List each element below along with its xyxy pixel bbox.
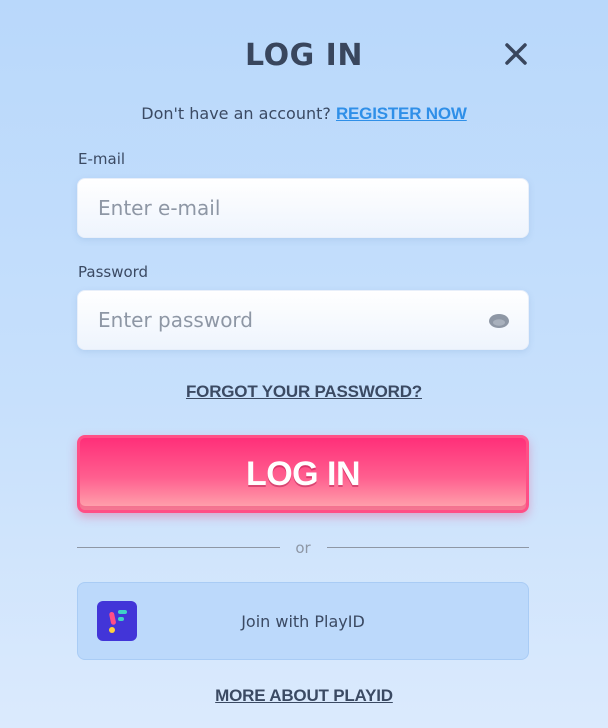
show-password-toggle[interactable] [488, 312, 510, 330]
password-field-container [77, 290, 529, 350]
more-about-playid-link[interactable]: MORE ABOUT PLAYID [215, 686, 393, 705]
forgot-password-row: FORGOT YOUR PASSWORD? [0, 382, 608, 402]
login-button-label: LOG IN [245, 454, 361, 493]
password-field[interactable] [78, 291, 528, 349]
register-prompt: Don't have an account? [141, 104, 331, 123]
register-row: Don't have an account? REGISTER NOW [0, 104, 608, 124]
forgot-password-link[interactable]: FORGOT YOUR PASSWORD? [186, 382, 422, 401]
eye-icon [489, 314, 509, 328]
close-button[interactable] [502, 40, 530, 68]
password-label: Password [78, 263, 149, 281]
login-button[interactable]: LOG IN [77, 435, 529, 513]
email-field-container [77, 178, 529, 238]
close-icon [505, 43, 527, 65]
or-divider: or [77, 539, 529, 560]
divider-or-label: or [295, 539, 311, 557]
email-label: E-mail [78, 150, 126, 168]
email-field[interactable] [78, 179, 528, 237]
register-link[interactable]: REGISTER NOW [336, 104, 467, 123]
more-about-playid-row: MORE ABOUT PLAYID [0, 686, 608, 706]
join-playid-button[interactable]: Join with PlayID [77, 582, 529, 660]
divider-line-right [327, 547, 529, 548]
join-playid-label: Join with PlayID [241, 612, 365, 631]
